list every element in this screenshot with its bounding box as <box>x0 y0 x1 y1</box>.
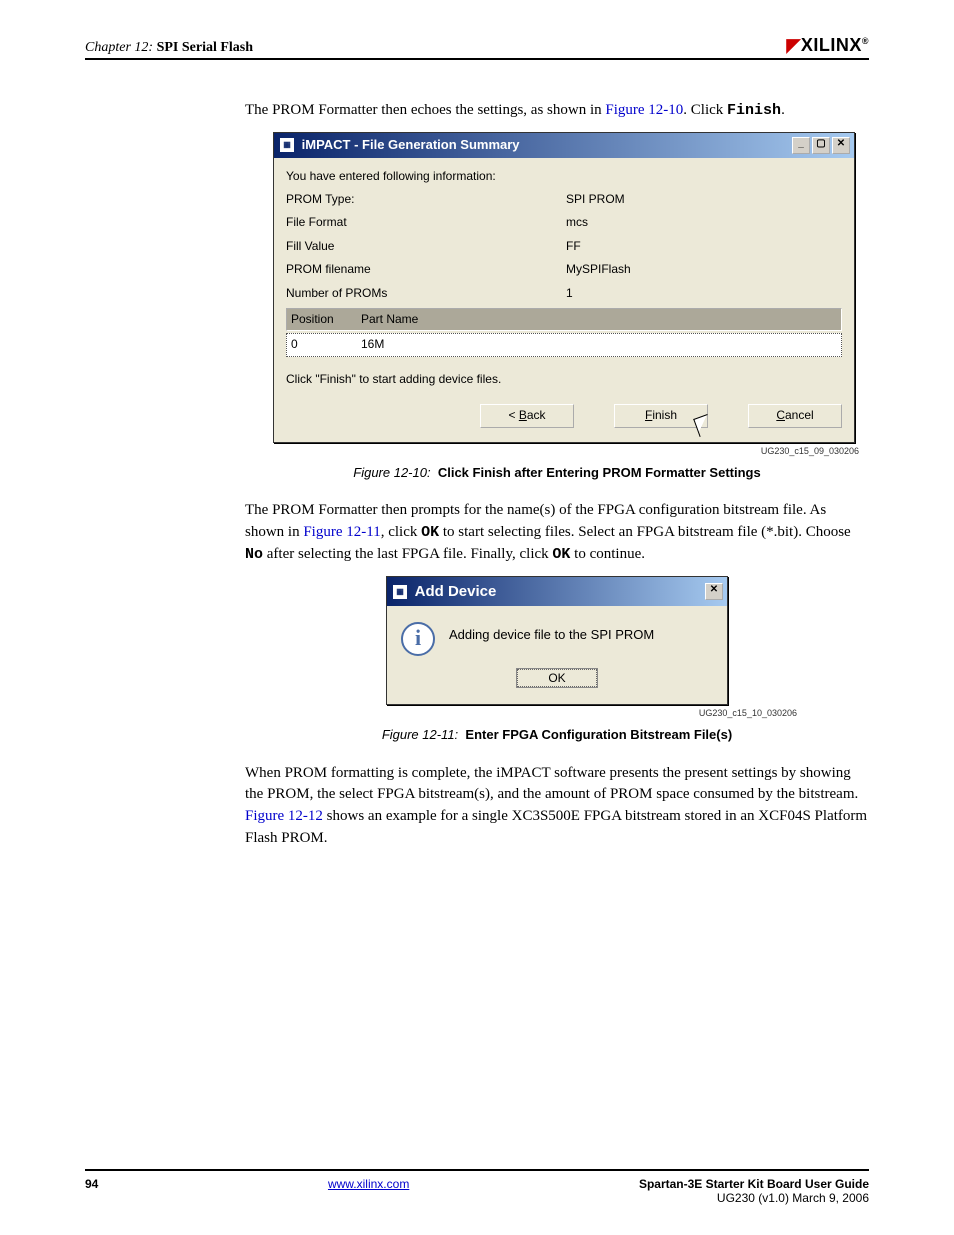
prom-table-header: Position Part Name <box>286 308 842 331</box>
info-icon: i <box>401 622 435 656</box>
dialog-title: iMPACT - File Generation Summary <box>302 137 520 152</box>
minimize-button[interactable]: _ <box>792 137 810 154</box>
close-button[interactable]: ✕ <box>705 583 723 600</box>
guide-version: UG230 (v1.0) March 9, 2006 <box>639 1191 869 1205</box>
fill-value-value: FF <box>566 238 581 255</box>
dialog-titlebar[interactable]: ▦ iMPACT - File Generation Summary _ ▢ ✕ <box>274 133 854 158</box>
paragraph-1: The PROM Formatter then echoes the setti… <box>245 100 869 122</box>
th-position: Position <box>291 311 361 328</box>
file-format-label: File Format <box>286 214 566 231</box>
finish-hint: Click "Finish" to start adding device fi… <box>286 371 842 388</box>
ok-button[interactable]: OK <box>517 669 596 687</box>
page-number: 94 <box>85 1177 98 1205</box>
back-button[interactable]: < Back <box>480 404 574 427</box>
page-header: Chapter 12: SPI Serial Flash ◤XILINX® <box>85 35 869 60</box>
link-figure-12-10[interactable]: Figure 12-10 <box>605 102 683 118</box>
paragraph-3: When PROM formatting is complete, the iM… <box>245 763 869 850</box>
dialog-titlebar[interactable]: ▦ Add Device ✕ <box>387 577 727 607</box>
paragraph-2: The PROM Formatter then prompts for the … <box>245 500 869 565</box>
message-text: Adding device file to the SPI PROM <box>449 622 654 645</box>
chapter-label: Chapter 12: <box>85 40 153 55</box>
finish-button[interactable]: Finish <box>614 404 708 427</box>
breadcrumb: Chapter 12: SPI Serial Flash <box>85 40 253 56</box>
file-format-value: mcs <box>566 214 588 231</box>
td-position: 0 <box>291 336 361 353</box>
app-icon: ▦ <box>280 138 294 152</box>
add-device-dialog: ▦ Add Device ✕ i Adding device file to t… <box>386 576 728 705</box>
section-title: SPI Serial Flash <box>157 40 253 55</box>
footer-url[interactable]: www.xilinx.com <box>328 1177 409 1205</box>
prom-filename-value: MySPIFlash <box>566 261 631 278</box>
link-figure-12-12[interactable]: Figure 12-12 <box>245 808 323 824</box>
figure-caption-2: Figure 12-11: Enter FPGA Configuration B… <box>245 726 869 745</box>
prom-filename-label: PROM filename <box>286 261 566 278</box>
fill-value-label: Fill Value <box>286 238 566 255</box>
dialog-title: Add Device <box>415 583 497 600</box>
td-part-name: 16M <box>361 336 384 353</box>
prom-type-value: SPI PROM <box>566 191 625 208</box>
xilinx-logo: ◤XILINX® <box>787 35 870 56</box>
num-proms-value: 1 <box>566 285 573 302</box>
link-figure-12-11[interactable]: Figure 12-11 <box>303 524 380 540</box>
maximize-button[interactable]: ▢ <box>812 137 830 154</box>
close-button[interactable]: ✕ <box>832 137 850 154</box>
figure-id-1: UG230_c15_09_030206 <box>273 445 859 458</box>
impact-file-generation-dialog: ▦ iMPACT - File Generation Summary _ ▢ ✕… <box>273 132 855 443</box>
prom-type-label: PROM Type: <box>286 191 566 208</box>
intro-text: You have entered following information: <box>286 168 496 185</box>
figure-caption-1: Figure 12-10: Click Finish after Enterin… <box>245 464 869 483</box>
guide-title: Spartan-3E Starter Kit Board User Guide <box>639 1177 869 1191</box>
app-icon: ▦ <box>393 585 407 599</box>
th-part-name: Part Name <box>361 311 418 328</box>
figure-id-2: UG230_c15_10_030206 <box>317 707 797 720</box>
num-proms-label: Number of PROMs <box>286 285 566 302</box>
cancel-button[interactable]: Cancel <box>748 404 842 427</box>
page-footer: 94 www.xilinx.com Spartan-3E Starter Kit… <box>85 1169 869 1205</box>
prom-table-row[interactable]: 0 16M <box>286 333 842 356</box>
